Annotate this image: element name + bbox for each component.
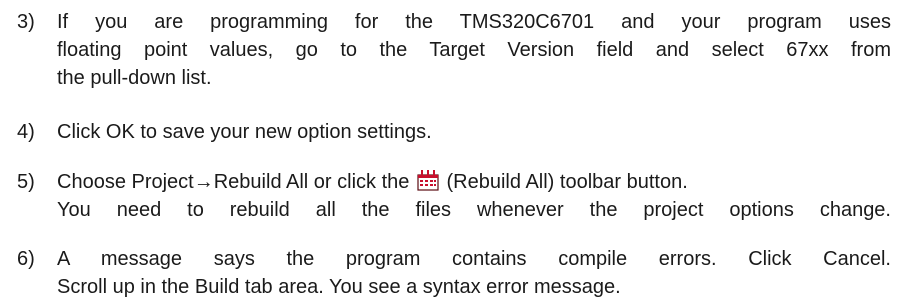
step-text: Click OK to save your new option setting… <box>57 118 891 146</box>
step-text: A message says the program contains comp… <box>57 245 891 301</box>
step-text: If you are programming for the TMS320C67… <box>57 8 891 92</box>
step-line: If you are programming for the TMS320C67… <box>57 11 891 33</box>
step-line: You need to rebuild all the files whenev… <box>57 199 891 221</box>
step-number: 5) <box>17 171 35 193</box>
step-text: Choose Project→Rebuild All or click the <box>57 168 891 224</box>
step-text-before-icon: Choose Project→Rebuild All or click the <box>57 171 410 193</box>
step-line: the pull-down list. <box>57 67 212 89</box>
rebuild-all-icon <box>417 170 439 191</box>
step-line: A message says the program contains comp… <box>57 248 891 270</box>
step-line: Scroll up in the Build tab area. You see… <box>57 276 621 298</box>
step-text-after-icon: (Rebuild All) toolbar button. <box>446 171 688 193</box>
step-line: Click OK to save your new option setting… <box>57 121 432 143</box>
step-number: 4) <box>17 121 35 143</box>
step-line: floating point values, go to the Target … <box>57 39 891 61</box>
step-number: 3) <box>17 11 35 33</box>
document-page: 3) If you are programming for the TMS320… <box>0 0 904 305</box>
step-number: 6) <box>17 248 35 270</box>
step-line: Choose Project→Rebuild All or click the <box>57 168 891 196</box>
